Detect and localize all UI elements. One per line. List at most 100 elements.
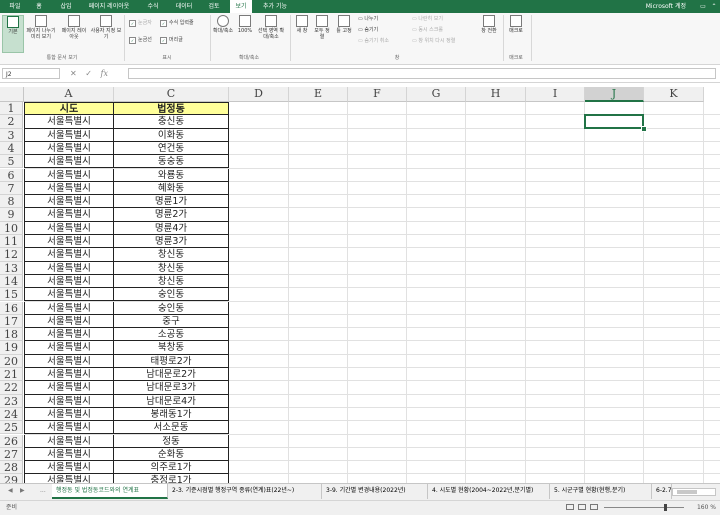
- new-window-button[interactable]: 새 창: [293, 15, 311, 51]
- scrollbar-thumb[interactable]: [677, 490, 697, 494]
- table-cell[interactable]: 충정로1가: [114, 474, 229, 483]
- row-header[interactable]: 27: [0, 447, 23, 462]
- column-header-e[interactable]: E: [289, 87, 348, 102]
- gridlines-checkbox[interactable]: ✓ 눈금선: [129, 37, 152, 44]
- custom-views-button[interactable]: 사용자 지정 보기: [90, 15, 122, 51]
- table-cell[interactable]: 서울특별시: [24, 474, 114, 483]
- page-break-view-icon[interactable]: [590, 504, 598, 510]
- table-cell[interactable]: 남대문로4가: [114, 394, 229, 408]
- zoom-slider-thumb[interactable]: [664, 504, 667, 511]
- table-cell[interactable]: 서울특별시: [24, 288, 114, 302]
- table-cell[interactable]: 명륜4가: [114, 221, 229, 235]
- table-cell[interactable]: 숭인동: [114, 288, 229, 302]
- ruler-checkbox[interactable]: ✓ 눈금자: [129, 20, 152, 27]
- row-header[interactable]: 20: [0, 354, 23, 368]
- row-header[interactable]: 16: [0, 301, 23, 315]
- freeze-panes-button[interactable]: 틀 고정: [333, 15, 355, 51]
- prev-sheet-icon[interactable]: ◀: [8, 487, 13, 494]
- table-cell[interactable]: 서울특별시: [24, 248, 114, 262]
- row-header[interactable]: 24: [0, 407, 23, 422]
- row-header[interactable]: 5: [0, 155, 23, 169]
- row-header[interactable]: 8: [0, 195, 23, 209]
- column-header-g[interactable]: G: [407, 87, 466, 102]
- horizontal-scrollbar[interactable]: [672, 488, 716, 496]
- row-header[interactable]: 29: [0, 474, 23, 483]
- row-header[interactable]: 19: [0, 341, 23, 355]
- enter-icon[interactable]: ✓: [85, 69, 92, 78]
- macros-button[interactable]: 매크로: [505, 15, 527, 51]
- switch-windows-button[interactable]: 창 전환: [478, 15, 500, 51]
- row-header[interactable]: 11: [0, 235, 23, 249]
- row-header[interactable]: 28: [0, 461, 23, 475]
- row-header[interactable]: 9: [0, 208, 23, 222]
- table-cell[interactable]: 서울특별시: [24, 434, 114, 448]
- table-cell[interactable]: 순화동: [114, 447, 229, 462]
- normal-view-button[interactable]: 기본: [2, 15, 24, 53]
- column-header-j[interactable]: J: [585, 87, 644, 102]
- column-header-k[interactable]: K: [644, 87, 704, 102]
- sheet-tab[interactable]: 행정동 및 법정동코드와의 연계표: [52, 484, 168, 499]
- zoom-slider[interactable]: [604, 507, 684, 508]
- table-cell[interactable]: 북창동: [114, 341, 229, 355]
- table-cell[interactable]: 숭인동: [114, 301, 229, 315]
- page-layout-view-button[interactable]: 페이지 레이아웃: [60, 15, 88, 51]
- table-cell[interactable]: 정동: [114, 434, 229, 448]
- table-cell[interactable]: 서울특별시: [24, 381, 114, 395]
- arrange-all-button[interactable]: 모두 정렬: [313, 15, 331, 51]
- page-layout-view-icon[interactable]: [578, 504, 586, 510]
- page-break-preview-button[interactable]: 페이지 나누기 미리 보기: [24, 15, 58, 51]
- table-cell[interactable]: 서울특별시: [24, 394, 114, 408]
- row-header[interactable]: 23: [0, 394, 23, 408]
- table-cell[interactable]: 남대문로3가: [114, 381, 229, 395]
- sheet-tab[interactable]: 3-9. 기간별 변경내용(2022년): [322, 484, 428, 499]
- tab-view[interactable]: 보기: [230, 0, 252, 13]
- normal-view-icon[interactable]: [566, 504, 574, 510]
- table-cell[interactable]: 서울특별시: [24, 301, 114, 315]
- zoom-100-button[interactable]: 100%: [236, 15, 254, 51]
- table-cell[interactable]: 서울특별시: [24, 195, 114, 209]
- row-header[interactable]: 1: [0, 102, 23, 116]
- table-cell[interactable]: 서울특별시: [24, 261, 114, 275]
- ribbon-options-icon[interactable]: ▭: [698, 0, 708, 13]
- table-cell[interactable]: 의주로1가: [114, 461, 229, 475]
- table-cell[interactable]: 서울특별시: [24, 141, 114, 156]
- row-header[interactable]: 14: [0, 274, 23, 289]
- row-header[interactable]: 18: [0, 328, 23, 342]
- table-cell[interactable]: 와룡동: [114, 168, 229, 182]
- account-label[interactable]: Microsoft 계정: [646, 0, 686, 13]
- row-header[interactable]: 25: [0, 421, 23, 435]
- row-header[interactable]: 22: [0, 381, 23, 395]
- table-cell[interactable]: 태평로2가: [114, 354, 229, 368]
- sheet-tab[interactable]: 6-2.7 ...: [652, 484, 672, 499]
- headings-checkbox[interactable]: ✓ 머리글: [160, 37, 183, 44]
- table-cell[interactable]: 서울특별시: [24, 421, 114, 435]
- view-side-by-side-button[interactable]: ▭ 나란히 보기: [412, 16, 443, 23]
- table-cell[interactable]: 명륜3가: [114, 235, 229, 249]
- table-cell[interactable]: 서울특별시: [24, 181, 114, 196]
- synchronous-scrolling-button[interactable]: ▭ 동시 스크롤: [412, 27, 443, 34]
- split-button[interactable]: ▭ 나누기: [358, 16, 378, 23]
- tab-add-ins[interactable]: 추가 기능: [258, 0, 292, 13]
- tab-data[interactable]: 데이터: [172, 0, 196, 13]
- table-cell[interactable]: 서울특별시: [24, 341, 114, 355]
- column-header-f[interactable]: F: [348, 87, 407, 102]
- table-cell[interactable]: 명륜1가: [114, 195, 229, 209]
- hide-button[interactable]: ▭ 숨기기: [358, 27, 378, 34]
- table-cell[interactable]: 연건동: [114, 141, 229, 156]
- row-header[interactable]: 15: [0, 288, 23, 302]
- column-header-h[interactable]: H: [466, 87, 526, 102]
- tab-review[interactable]: 검토: [204, 0, 224, 13]
- zoom-button[interactable]: 확대/축소: [212, 15, 234, 51]
- table-cell[interactable]: 서울특별시: [24, 155, 114, 169]
- table-cell[interactable]: 서울특별시: [24, 128, 114, 142]
- row-header[interactable]: 10: [0, 221, 23, 235]
- tab-page-layout[interactable]: 페이지 레이아웃: [82, 0, 136, 13]
- column-header-i[interactable]: I: [526, 87, 585, 102]
- active-cell-border[interactable]: [584, 114, 644, 129]
- sheet-tabs-ellipsis[interactable]: ...: [40, 487, 46, 494]
- table-cell[interactable]: 혜화동: [114, 181, 229, 196]
- tab-formulas[interactable]: 수식: [144, 0, 162, 13]
- row-header[interactable]: 6: [0, 168, 23, 182]
- table-cell[interactable]: 동숭동: [114, 155, 229, 169]
- column-header-c[interactable]: C: [114, 87, 229, 102]
